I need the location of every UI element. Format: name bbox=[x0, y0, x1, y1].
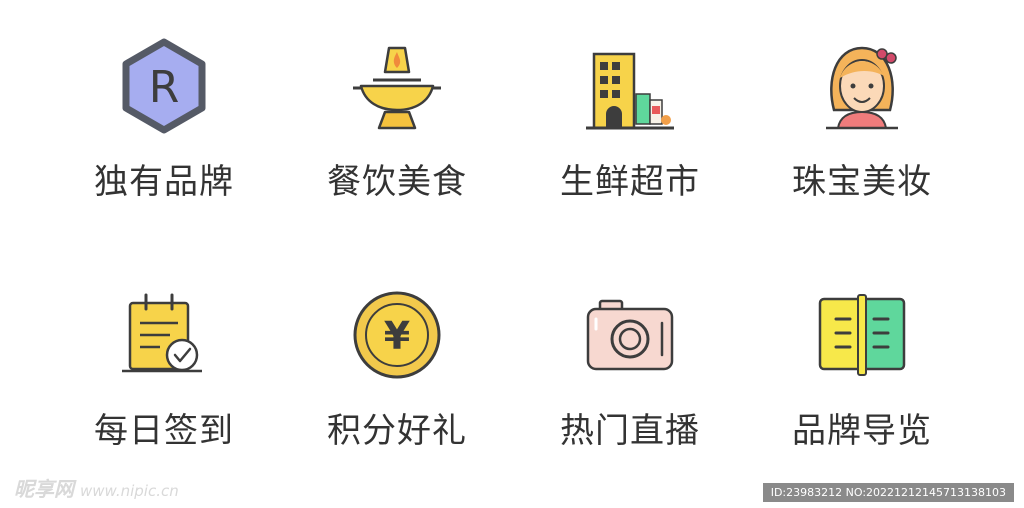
watermark-site: www.nipic.cn bbox=[80, 482, 179, 500]
open-book-icon bbox=[818, 294, 906, 376]
svg-text:R: R bbox=[149, 62, 180, 113]
girl-avatar-icon bbox=[826, 46, 898, 130]
supermarket-building-icon bbox=[586, 52, 674, 130]
menu-item-points-gifts[interactable]: ¥ 积分好礼 bbox=[297, 285, 497, 485]
menu-label: 独有品牌 bbox=[94, 162, 234, 202]
watermark-id-badge: ID:23983212 NO:20221212145713138103 bbox=[762, 483, 1014, 502]
hotpot-icon bbox=[353, 46, 441, 130]
menu-item-fresh-market[interactable]: 生鲜超市 bbox=[530, 36, 730, 236]
menu-label: 餐饮美食 bbox=[327, 162, 467, 202]
watermark-brand: 昵享网 bbox=[14, 477, 74, 501]
menu-label: 品牌导览 bbox=[792, 411, 932, 451]
menu-item-jewelry-beauty[interactable]: 珠宝美妆 bbox=[762, 36, 962, 236]
svg-text:¥: ¥ bbox=[384, 314, 410, 358]
calendar-check-icon bbox=[122, 293, 202, 373]
menu-grid: R 独有品牌 餐饮美食 生鲜超市 珠宝美妆 每日签到 ¥ 积分好礼 热门直播 品… bbox=[0, 0, 1024, 470]
camera-icon bbox=[586, 299, 674, 371]
watermark-logo: 昵享网 www.nipic.cn bbox=[14, 473, 179, 502]
menu-label: 珠宝美妆 bbox=[792, 162, 932, 202]
menu-label: 每日签到 bbox=[94, 411, 234, 451]
menu-item-exclusive-brand[interactable]: R 独有品牌 bbox=[64, 36, 264, 236]
menu-label: 积分好礼 bbox=[327, 411, 467, 451]
menu-item-dining[interactable]: 餐饮美食 bbox=[297, 36, 497, 236]
menu-item-live-stream[interactable]: 热门直播 bbox=[530, 285, 730, 485]
menu-label: 热门直播 bbox=[560, 411, 700, 451]
yuan-coin-icon: ¥ bbox=[353, 291, 441, 379]
menu-item-daily-checkin[interactable]: 每日签到 bbox=[64, 285, 264, 485]
menu-label: 生鲜超市 bbox=[560, 162, 700, 202]
menu-item-brand-guide[interactable]: 品牌导览 bbox=[762, 285, 962, 485]
brand-r-hexagon-icon: R bbox=[122, 38, 206, 134]
